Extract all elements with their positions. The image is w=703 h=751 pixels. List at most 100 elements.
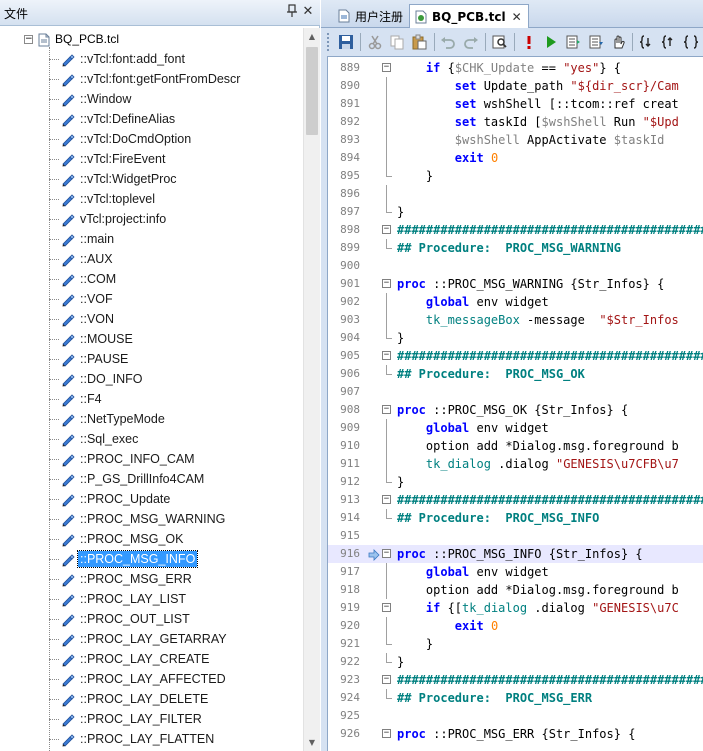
code-line[interactable]: 926 − proc ::PROC_MSG_ERR {Str_Infos} {	[328, 725, 703, 743]
code-line[interactable]: 899 ## Procedure: PROC_MSG_WARNING	[328, 239, 703, 257]
breakpoint-icon[interactable]	[518, 31, 539, 53]
fold-toggle-icon[interactable]: −	[382, 495, 391, 504]
code-line[interactable]: 915	[328, 527, 703, 545]
code-line[interactable]: 906 ## Procedure: PROC_MSG_OK	[328, 365, 703, 383]
code-line[interactable]: 917 global env widget	[328, 563, 703, 581]
tree-item[interactable]: ::PROC_MSG_OK	[49, 530, 186, 548]
brace-unfold-icon[interactable]	[659, 31, 680, 53]
tree-item[interactable]: ::vTcl:toplevel	[49, 190, 157, 208]
fold-toggle-icon[interactable]: −	[382, 675, 391, 684]
tree-item[interactable]: ::PROC_INFO_CAM	[49, 450, 197, 468]
tree-item[interactable]: ::NetTypeMode	[49, 410, 167, 428]
cut-icon[interactable]	[364, 31, 385, 53]
pin-icon[interactable]	[285, 4, 299, 20]
tree-item[interactable]: ::COM	[49, 270, 118, 288]
code-line[interactable]: 904}	[328, 329, 703, 347]
undo-icon[interactable]	[438, 31, 459, 53]
code-line[interactable]: 925	[328, 707, 703, 725]
code-line[interactable]: 921 }	[328, 635, 703, 653]
code-line[interactable]: 913 − ####################################…	[328, 491, 703, 509]
tree-item[interactable]: ::PROC_LAY_DELETE	[49, 690, 210, 708]
code-line[interactable]: 910 option add *Dialog.msg.foreground b	[328, 437, 703, 455]
tree-item[interactable]: ::PROC_LAY_AFFECTED	[49, 670, 228, 688]
fold-toggle-icon[interactable]: −	[382, 729, 391, 738]
tree-item[interactable]: ::MOUSE	[49, 330, 135, 348]
fold-toggle-icon[interactable]: −	[382, 405, 391, 414]
tree-item[interactable]: ::P_GS_DrillInfo4CAM	[49, 470, 206, 488]
tree-item[interactable]: ::VON	[49, 310, 116, 328]
tree-item[interactable]: ::PAUSE	[49, 350, 130, 368]
fold-toggle-icon[interactable]: −	[382, 225, 391, 234]
tree-root[interactable]: − BQ_PCB.tcl	[24, 30, 119, 48]
code-line[interactable]: 918 option add *Dialog.msg.foreground b	[328, 581, 703, 599]
code-line[interactable]: 920 exit 0	[328, 617, 703, 635]
brace-fold-icon[interactable]	[636, 31, 657, 53]
code-line[interactable]: 912}	[328, 473, 703, 491]
tree-item[interactable]: ::PROC_Update	[49, 490, 172, 508]
fold-toggle-icon[interactable]: −	[382, 63, 391, 72]
step-over-icon[interactable]	[585, 31, 606, 53]
tree-item[interactable]: ::PROC_LAY_LIST	[49, 590, 188, 608]
fold-toggle-icon[interactable]: −	[382, 279, 391, 288]
code-line[interactable]: 889 − if {$CHK_Update == "yes"} {	[328, 59, 703, 77]
code-line[interactable]: 897}	[328, 203, 703, 221]
tree-item[interactable]: ::PROC_LAY_CREATE	[49, 650, 211, 668]
code-line[interactable]: 914 ## Procedure: PROC_MSG_INFO	[328, 509, 703, 527]
hand-icon[interactable]	[607, 31, 628, 53]
code-line[interactable]: 907	[328, 383, 703, 401]
find-icon[interactable]	[489, 31, 510, 53]
close-icon[interactable]: ✕	[301, 4, 315, 20]
tree-item[interactable]: ::PROC_LAY_FLATTEN	[49, 730, 216, 748]
tab-bq-pcb[interactable]: BQ_PCB.tcl ✕	[409, 4, 529, 28]
code-line[interactable]: 924 ## Procedure: PROC_MSG_ERR	[328, 689, 703, 707]
code-line[interactable]: 922}	[328, 653, 703, 671]
code-line[interactable]: 894 exit 0	[328, 149, 703, 167]
fold-toggle-icon[interactable]: −	[382, 351, 391, 360]
fold-toggle-icon[interactable]: −	[382, 603, 391, 612]
tree-item[interactable]: ::vTcl:font:getFontFromDescr	[49, 70, 242, 88]
tree-scrollbar[interactable]: ▲ ▼	[303, 28, 320, 751]
code-line[interactable]: 900	[328, 257, 703, 275]
tree-item[interactable]: ::AUX	[49, 250, 115, 268]
tree-item[interactable]: ::vTcl:FireEvent	[49, 150, 167, 168]
tree-item[interactable]: ::vTcl:font:add_font	[49, 50, 187, 68]
scroll-up-arrow-icon[interactable]: ▲	[304, 28, 320, 45]
paste-icon[interactable]	[409, 31, 430, 53]
code-line[interactable]: 902 global env widget	[328, 293, 703, 311]
code-line[interactable]: 892 set taskId [$wshShell Run "$Upd	[328, 113, 703, 131]
tree-item[interactable]: ::PROC_MSG_INFO	[49, 550, 199, 568]
tree-item[interactable]: ::F4	[49, 390, 104, 408]
code-line[interactable]: 905 − ####################################…	[328, 347, 703, 365]
tree-item[interactable]: vTcl:project:info	[49, 210, 168, 228]
code-line[interactable]: 901 − proc ::PROC_MSG_WARNING {Str_Infos} …	[328, 275, 703, 293]
code-line[interactable]: 911 tk_dialog .dialog "GENESIS\u7CFB\u7	[328, 455, 703, 473]
code-line[interactable]: 903 tk_messageBox -message "$Str_Infos	[328, 311, 703, 329]
tree-item[interactable]: ::PROC_LAY_FILTER	[49, 710, 204, 728]
scroll-thumb[interactable]	[306, 47, 318, 135]
tree-item[interactable]: ::Sql_exec	[49, 430, 140, 448]
code-line[interactable]: 895 }	[328, 167, 703, 185]
collapse-icon[interactable]: −	[24, 34, 33, 44]
step-into-icon[interactable]	[563, 31, 584, 53]
scroll-down-arrow-icon[interactable]: ▼	[304, 734, 320, 751]
tree-item[interactable]: ::PROC_MSG_WARNING	[49, 510, 227, 528]
tab-user-register[interactable]: 用户注册	[333, 4, 409, 28]
code-line[interactable]: 909 global env widget	[328, 419, 703, 437]
tree-item[interactable]: ::PROC_OUT_LIST	[49, 610, 192, 628]
tree-item[interactable]: ::main	[49, 230, 116, 248]
tree-item[interactable]: ::DO_INFO	[49, 370, 145, 388]
code-line[interactable]: 919 − if {[tk_dialog .dialog "GENESIS\u7C	[328, 599, 703, 617]
copy-icon[interactable]	[386, 31, 407, 53]
code-line[interactable]: 916 − proc ::PROC_MSG_INFO {Str_Infos} {	[328, 545, 703, 563]
tree-item[interactable]: ::Window	[49, 90, 133, 108]
code-line[interactable]: 898 − ####################################…	[328, 221, 703, 239]
code-line[interactable]: 896	[328, 185, 703, 203]
code-editor[interactable]: 889− if {$CHK_Update == "yes"} {890 set …	[327, 56, 703, 751]
tree-item[interactable]: ::vTcl:DoCmdOption	[49, 130, 193, 148]
code-line[interactable]: 891 set wshShell [::tcom::ref creat	[328, 95, 703, 113]
tree-item[interactable]: ::vTcl:WidgetProc	[49, 170, 179, 188]
save-icon[interactable]	[335, 31, 356, 53]
tree-item[interactable]: ::vTcl:DefineAlias	[49, 110, 177, 128]
tab-close-icon[interactable]: ✕	[512, 10, 522, 24]
redo-icon[interactable]	[460, 31, 481, 53]
